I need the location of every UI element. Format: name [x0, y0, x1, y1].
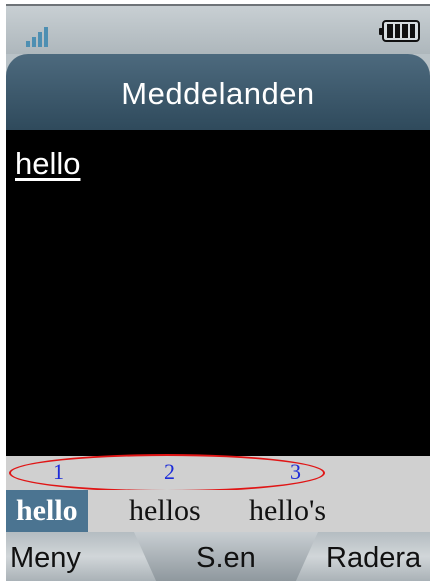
battery-full-icon	[379, 20, 420, 42]
title-bar: Meddelanden	[6, 54, 430, 130]
annotation-ring	[9, 454, 325, 492]
suggestion-selected[interactable]: hello	[6, 490, 88, 532]
word-suggestion-bar: hello hellos hello's	[6, 490, 430, 532]
phone-screen: Meddelanden hello 1 2 3 hello hellos hel…	[6, 4, 430, 581]
softkey-bar: Meny S.en Radera	[6, 532, 430, 581]
status-bar	[6, 6, 430, 54]
message-area[interactable]: hello	[6, 130, 430, 456]
softkey-center-label: S.en	[196, 542, 256, 574]
softkey-right-delete[interactable]: Radera	[326, 542, 421, 575]
message-text[interactable]: hello	[15, 146, 81, 182]
suggestion-item[interactable]: hello's	[249, 490, 326, 532]
page-title: Meddelanden	[121, 76, 315, 111]
softkey-center[interactable]: S.en	[134, 532, 318, 581]
softkey-left-menu[interactable]: Meny	[10, 542, 81, 575]
suggestion-item[interactable]: hellos	[129, 490, 201, 532]
signal-strength-icon	[26, 23, 56, 47]
